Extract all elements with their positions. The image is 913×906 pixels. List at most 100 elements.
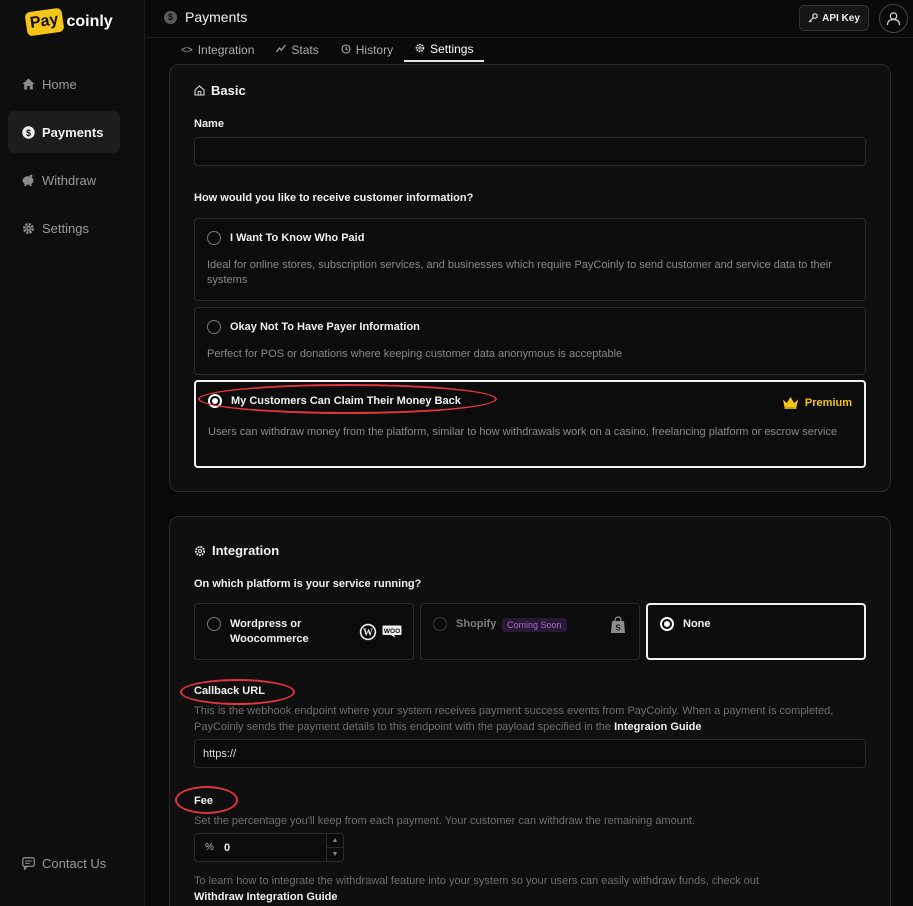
fee-stepper[interactable]: ▲ ▼ — [326, 834, 343, 861]
gear-icon — [21, 221, 35, 235]
percent-icon: % — [205, 842, 214, 853]
customer-info-question: How would you like to receive customer i… — [194, 192, 474, 204]
option-claim-money-back[interactable]: My Customers Can Claim Their Money Back … — [194, 380, 866, 468]
tab-history[interactable]: History — [330, 38, 404, 62]
withdraw-integration-guide-link[interactable]: Withdraw Integration Guide — [194, 891, 338, 903]
top-bar: $ Payments API Key — [146, 0, 913, 38]
integration-section: Integration On which platform is your se… — [169, 516, 891, 906]
platform-title-line: Wordpress or — [230, 618, 302, 630]
fee-label: Fee — [194, 795, 213, 807]
fee-description: Set the percentage you'll keep from each… — [194, 815, 696, 827]
sidebar-item-label: Payments — [42, 124, 104, 140]
page-title-text: Payments — [185, 9, 248, 25]
dollar-coin-icon: $ — [164, 10, 177, 24]
logo[interactable]: Pay coinly — [24, 7, 113, 37]
callback-url-description: This is the webhook endpoint where your … — [194, 703, 866, 735]
wordpress-icon: W — [359, 623, 377, 641]
trend-chart-icon — [276, 44, 287, 56]
radio-button-selected[interactable] — [208, 394, 222, 408]
radio-button[interactable] — [207, 320, 221, 334]
shopify-icon: S — [610, 616, 626, 634]
sidebar-item-label: Home — [42, 76, 77, 92]
chevron-up-icon[interactable]: ▲ — [327, 834, 343, 847]
option-description: Perfect for POS or donations where keepi… — [207, 348, 623, 360]
coming-soon-badge: Coming Soon — [502, 618, 567, 632]
radio-button[interactable] — [207, 617, 221, 631]
home-outline-icon — [194, 85, 205, 96]
radio-button-selected[interactable] — [660, 617, 674, 631]
chat-icon — [21, 856, 35, 870]
logo-text: coinly — [66, 13, 113, 30]
fee-input[interactable]: % 0 ▲ ▼ — [194, 833, 344, 862]
tab-label: History — [355, 43, 394, 57]
premium-label: Premium — [804, 396, 852, 409]
option-description: Users can withdraw money from the platfo… — [208, 426, 838, 438]
radio-button — [433, 617, 447, 631]
sidebar-item-settings[interactable]: Settings — [8, 207, 120, 249]
withdraw-guide-description: To learn how to integrate the withdrawal… — [194, 873, 866, 905]
svg-text:S: S — [615, 624, 621, 633]
logo-badge: Pay — [24, 7, 65, 37]
basic-section: Basic Name How would you like to receive… — [169, 64, 891, 492]
section-title-text: Integration — [212, 543, 280, 558]
fee-value[interactable]: 0 — [224, 842, 326, 854]
chevron-down-icon[interactable]: ▼ — [327, 847, 343, 861]
radio-button[interactable] — [207, 231, 221, 245]
tab-settings[interactable]: Settings — [404, 38, 485, 62]
name-input[interactable] — [194, 137, 866, 166]
woocommerce-icon: WOO — [382, 625, 402, 638]
sidebar-item-label: Withdraw — [42, 172, 97, 188]
page-title: $ Payments — [164, 9, 247, 25]
premium-badge: Premium — [782, 396, 852, 409]
platform-question: On which platform is your service runnin… — [194, 578, 422, 590]
platform-title-line: Woocommerce — [230, 633, 309, 645]
sidebar: Pay coinly Home $ Payments Withdraw Sett… — [0, 0, 145, 906]
callback-url-label: Callback URL — [194, 685, 265, 697]
platform-title: Wordpress or Woocommerce — [230, 617, 309, 647]
home-icon — [21, 77, 35, 91]
description-text: To learn how to integrate the withdrawal… — [194, 875, 759, 887]
gear-icon — [415, 43, 425, 56]
sidebar-item-label: Settings — [42, 220, 89, 236]
integration-guide-link[interactable]: Integraion Guide — [614, 721, 701, 733]
option-description: Ideal for online stores, subscription se… — [207, 259, 832, 286]
callback-url-input[interactable]: https:// — [194, 739, 866, 768]
option-title: Okay Not To Have Payer Information — [230, 321, 420, 333]
platform-shopify: Shopify Coming Soon S — [420, 603, 640, 660]
dollar-coin-icon: $ — [21, 125, 35, 139]
sidebar-item-home[interactable]: Home — [8, 63, 120, 105]
svg-text:WOO: WOO — [384, 628, 400, 635]
tab-integration[interactable]: <> Integration — [170, 38, 265, 62]
key-icon — [808, 13, 818, 23]
platform-none[interactable]: None — [646, 603, 866, 660]
crown-icon — [782, 396, 799, 409]
api-key-button[interactable]: API Key — [799, 5, 869, 31]
section-title-text: Basic — [211, 83, 246, 98]
tab-bar: <> Integration Stats History Settings — [170, 38, 485, 62]
tab-label: Integration — [197, 43, 255, 57]
platform-title: None — [683, 618, 711, 630]
option-no-payer-info[interactable]: Okay Not To Have Payer Information Perfe… — [194, 307, 866, 375]
gear-icon — [194, 545, 206, 557]
platform-title: Shopify — [456, 618, 497, 630]
platform-wordpress[interactable]: Wordpress or Woocommerce W WOO — [194, 603, 414, 660]
integration-section-title: Integration — [194, 543, 279, 558]
sidebar-item-withdraw[interactable]: Withdraw — [8, 159, 120, 201]
tab-label: Stats — [291, 43, 319, 57]
sidebar-item-contact[interactable]: Contact Us — [8, 842, 120, 884]
basic-section-title: Basic — [194, 83, 246, 98]
description-text: This is the webhook endpoint where your … — [194, 705, 834, 733]
user-avatar[interactable] — [879, 4, 908, 33]
option-know-who-paid[interactable]: I Want To Know Who Paid Ideal for online… — [194, 218, 866, 301]
name-label: Name — [194, 118, 224, 130]
history-icon — [341, 43, 351, 57]
code-icon: <> — [181, 44, 193, 56]
api-key-label: API Key — [822, 12, 860, 24]
user-icon — [886, 11, 901, 26]
option-title: My Customers Can Claim Their Money Back — [231, 395, 461, 407]
piggy-bank-icon — [21, 173, 35, 187]
sidebar-item-payments[interactable]: $ Payments — [8, 111, 120, 153]
tab-label: Settings — [430, 42, 474, 56]
svg-text:W: W — [363, 628, 373, 639]
tab-stats[interactable]: Stats — [265, 38, 329, 62]
